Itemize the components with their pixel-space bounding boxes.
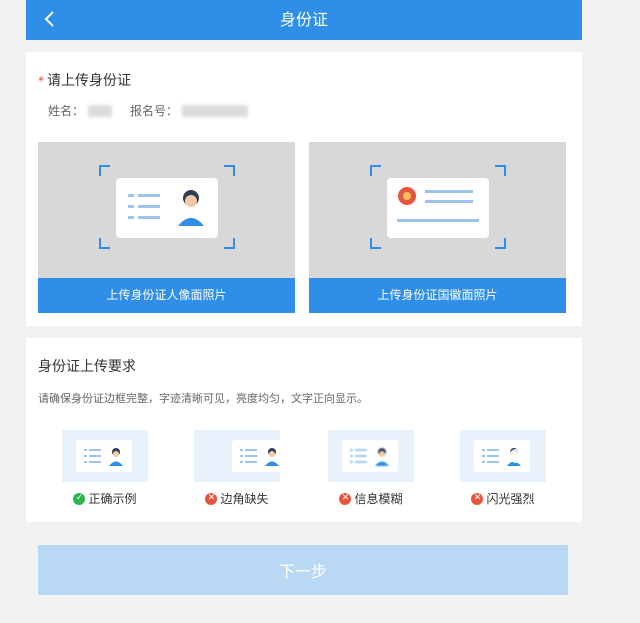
requirements-card: 身份证上传要求 请确保身份证边框完整，字迹清晰可见，亮度均匀，文字正向显示。 ✓… xyxy=(26,338,582,522)
exam-no-value-redacted xyxy=(182,104,249,117)
id-card-portrait-icon xyxy=(99,165,235,249)
applicant-info: 姓名： 报名号： xyxy=(48,102,249,119)
front-caption: 上传身份证人像面照片 xyxy=(38,278,295,313)
top-nav-bar: 身份证 xyxy=(26,0,582,40)
error-icon: ✕ xyxy=(471,492,484,505)
chevron-left-icon xyxy=(44,11,54,27)
exam-no-label: 报名号： xyxy=(130,104,179,118)
name-label: 姓名： xyxy=(48,104,85,118)
example-missing-corner-label: ✕ 边角缺失 xyxy=(194,490,280,507)
back-button[interactable] xyxy=(34,4,64,34)
upload-front-button[interactable]: 上传身份证人像面照片 xyxy=(38,142,295,313)
example-glare: ✕ 闪光强烈 xyxy=(460,430,546,507)
example-glare-image xyxy=(460,430,546,482)
requirements-description: 请确保身份证边框完整，字迹清晰可见，亮度均匀，文字正向显示。 xyxy=(38,392,368,405)
upload-title-text: 请上传身份证 xyxy=(47,73,131,89)
name-value-redacted xyxy=(88,104,113,117)
example-correct: ✓ 正确示例 xyxy=(62,430,148,507)
id-card-emblem-icon xyxy=(370,165,506,249)
back-caption: 上传身份证国徽面照片 xyxy=(309,278,566,313)
upload-card: * 请上传身份证 姓名： 报名号： 上传身份证人像面照片 上传身份证国徽面照片 xyxy=(26,52,582,326)
error-icon: ✕ xyxy=(339,492,352,505)
requirements-title: 身份证上传要求 xyxy=(38,359,136,375)
example-blurry-image xyxy=(328,430,414,482)
required-mark: * xyxy=(38,74,44,88)
upload-back-button[interactable]: 上传身份证国徽面照片 xyxy=(309,142,566,313)
example-correct-label: ✓ 正确示例 xyxy=(62,490,148,507)
page-title: 身份证 xyxy=(279,10,328,29)
example-correct-image xyxy=(62,430,148,482)
check-icon: ✓ xyxy=(73,492,86,505)
example-blurry-label: ✕ 信息模糊 xyxy=(328,490,414,507)
example-blurry: ✕ 信息模糊 xyxy=(328,430,414,507)
id-upload-page: 身份证 * 请上传身份证 姓名： 报名号： 上传身份证人像面照片 上传身份证国徽… xyxy=(26,0,582,623)
error-icon: ✕ xyxy=(205,492,218,505)
example-glare-label: ✕ 闪光强烈 xyxy=(460,490,546,507)
next-step-button[interactable]: 下一步 xyxy=(38,545,568,595)
example-missing-corner-image xyxy=(194,430,280,482)
upload-section-title: * 请上传身份证 xyxy=(38,70,131,90)
example-missing-corner: ✕ 边角缺失 xyxy=(194,430,280,507)
